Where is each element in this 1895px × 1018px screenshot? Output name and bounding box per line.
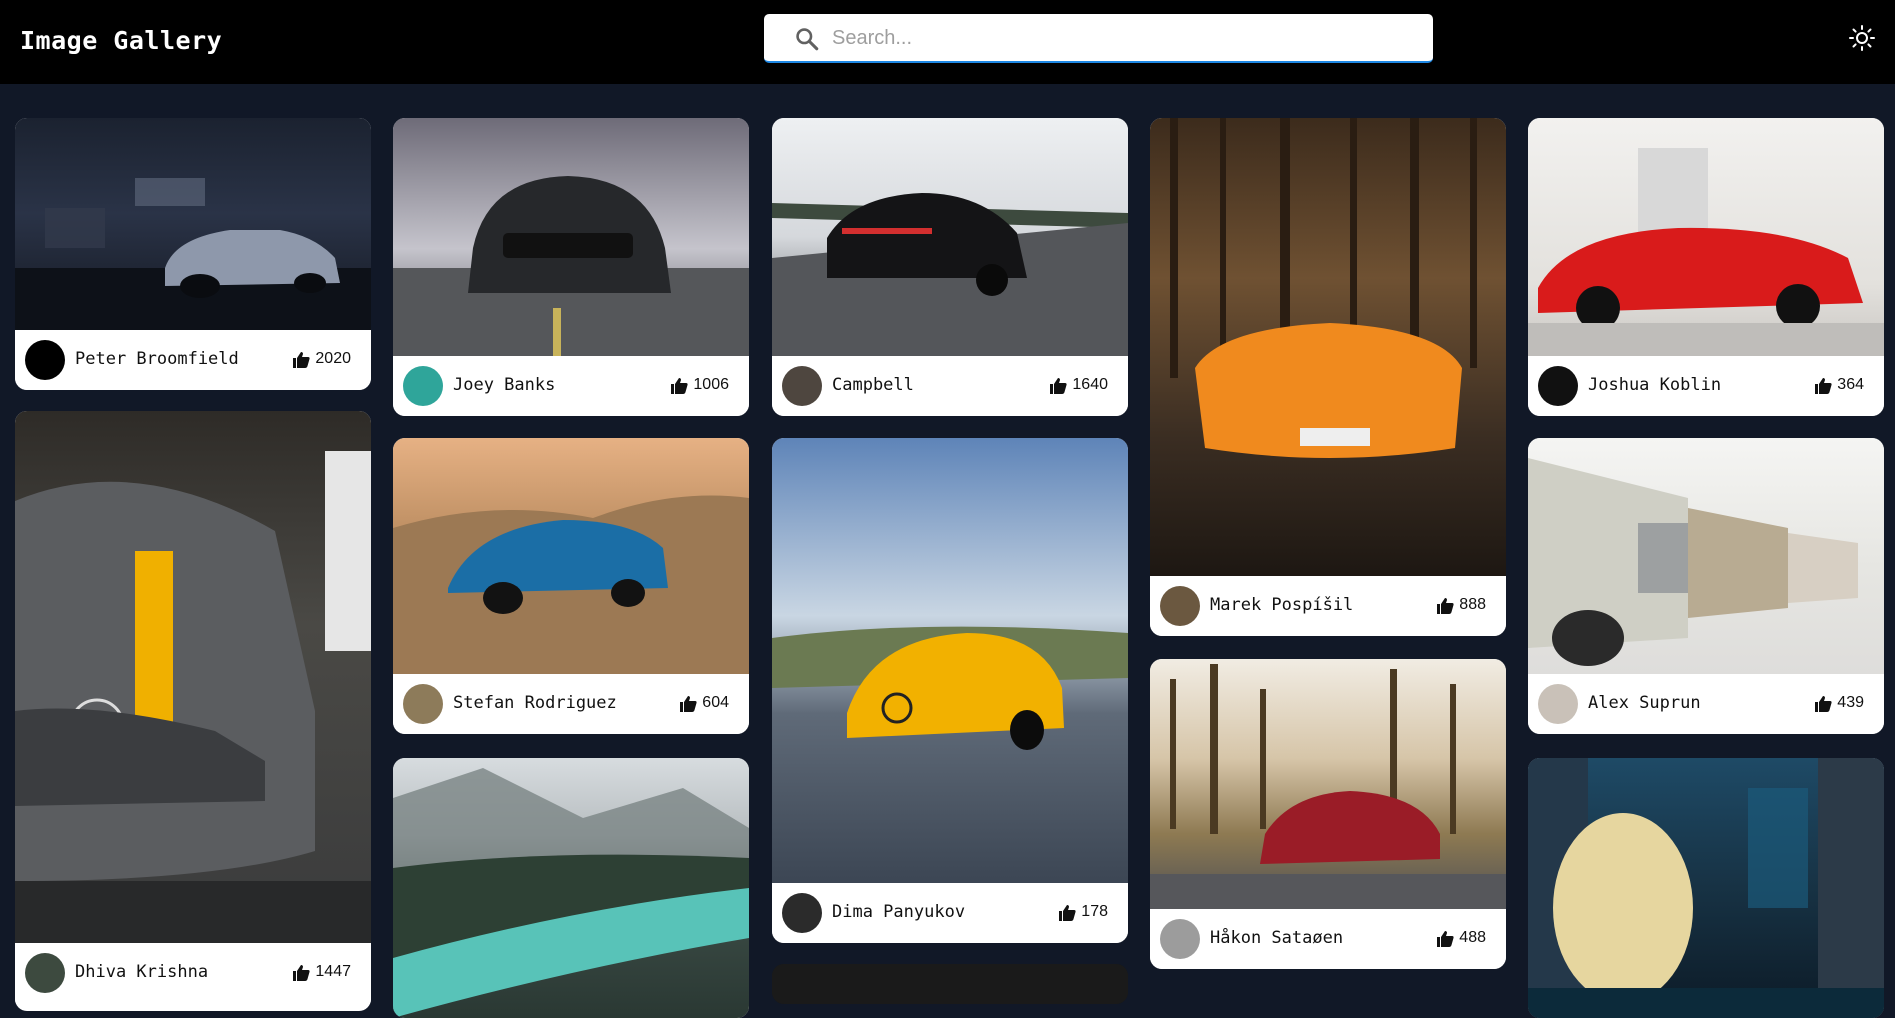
car-photo[interactable] [15, 411, 371, 943]
thumbs-up-icon [1437, 597, 1454, 614]
thumbs-up-icon [1815, 695, 1832, 712]
username: Dhiva Krishna [75, 962, 209, 982]
gallery-card[interactable]: Joshua Koblin 364 [1528, 118, 1884, 416]
street-photo[interactable] [1528, 758, 1884, 1018]
like-count[interactable]: 178 [1058, 903, 1108, 921]
like-count-value: 178 [1081, 903, 1108, 920]
username: Marek Pospíšil [1210, 595, 1354, 615]
card-info: Joey Banks 1006 [393, 356, 749, 416]
like-count-value: 604 [702, 694, 729, 711]
car-photo[interactable] [1150, 118, 1506, 576]
username: Håkon Sataøen [1210, 928, 1344, 948]
gallery-card[interactable]: Dhiva Krishna 1447 [15, 411, 371, 1011]
gallery-card[interactable]: Campbell 1640 [772, 118, 1128, 416]
card-info: Marek Pospíšil 888 [1150, 576, 1506, 636]
gallery-card[interactable] [772, 964, 1128, 1004]
card-info: Alex Suprun 439 [1528, 674, 1884, 734]
sun-icon[interactable] [1848, 24, 1876, 52]
username: Peter Broomfield [75, 349, 239, 369]
car-photo[interactable] [393, 438, 749, 674]
like-count-value: 1006 [693, 376, 729, 393]
car-photo[interactable] [1150, 659, 1506, 909]
avatar [1538, 366, 1578, 406]
thumbs-up-icon [680, 695, 697, 712]
thumbs-up-icon [671, 377, 689, 394]
card-info: Håkon Sataøen 488 [1150, 909, 1506, 969]
gallery-card[interactable] [1528, 758, 1884, 1018]
like-count-value: 888 [1459, 596, 1486, 613]
image-gallery: Peter Broomfield 2020 Dhiva Krishna 1447… [0, 84, 1895, 1018]
like-count[interactable]: 888 [1436, 596, 1486, 614]
gallery-card[interactable]: Alex Suprun 439 [1528, 438, 1884, 734]
card-info: Joshua Koblin 364 [1528, 356, 1884, 416]
gallery-card[interactable]: Marek Pospíšil 888 [1150, 118, 1506, 636]
app-title: Image Gallery [20, 26, 223, 55]
like-count[interactable]: 2020 [292, 350, 351, 368]
username: Alex Suprun [1588, 693, 1701, 713]
like-count-value: 1447 [315, 963, 351, 980]
username: Stefan Rodriguez [453, 693, 617, 713]
username: Campbell [832, 375, 914, 395]
car-photo[interactable] [393, 118, 749, 356]
card-info: Dima Panyukov 178 [772, 883, 1128, 943]
like-count-value: 2020 [315, 350, 351, 367]
avatar [1538, 684, 1578, 724]
thumbs-up-icon [1050, 377, 1068, 394]
gallery-card[interactable] [393, 758, 749, 1018]
card-info: Campbell 1640 [772, 356, 1128, 416]
avatar [1160, 919, 1200, 959]
car-photo[interactable] [772, 118, 1128, 356]
gallery-card[interactable]: Dima Panyukov 178 [772, 438, 1128, 943]
thumbs-up-icon [293, 351, 311, 368]
like-count[interactable]: 604 [679, 694, 729, 712]
like-count-value: 1640 [1072, 376, 1108, 393]
like-count[interactable]: 364 [1814, 376, 1864, 394]
like-count-value: 439 [1837, 694, 1864, 711]
search-input[interactable] [832, 22, 1412, 54]
like-count[interactable]: 1006 [670, 376, 729, 394]
car-photo[interactable] [1528, 438, 1884, 674]
top-bar: Image Gallery [0, 0, 1895, 84]
like-count[interactable]: 1640 [1049, 376, 1108, 394]
avatar [403, 366, 443, 406]
like-count[interactable]: 439 [1814, 694, 1864, 712]
gallery-card[interactable]: Peter Broomfield 2020 [15, 118, 371, 390]
like-count[interactable]: 1447 [292, 963, 351, 981]
avatar [1160, 586, 1200, 626]
car-photo[interactable] [15, 118, 371, 330]
gallery-card[interactable]: Stefan Rodriguez 604 [393, 438, 749, 734]
avatar [403, 684, 443, 724]
card-info: Stefan Rodriguez 604 [393, 674, 749, 734]
thumbs-up-icon [1059, 904, 1076, 921]
avatar [782, 893, 822, 933]
avatar [782, 366, 822, 406]
like-count-value: 488 [1459, 929, 1486, 946]
search-icon [796, 28, 819, 51]
card-info: Dhiva Krishna 1447 [15, 943, 371, 1003]
username: Joey Banks [453, 375, 556, 395]
landscape-photo[interactable] [393, 758, 749, 1018]
thumbs-up-icon [293, 964, 311, 981]
thumbs-up-icon [1815, 377, 1832, 394]
gallery-card[interactable]: Håkon Sataøen 488 [1150, 659, 1506, 969]
car-photo[interactable] [1528, 118, 1884, 356]
avatar [25, 340, 65, 380]
avatar [25, 953, 65, 993]
like-count[interactable]: 488 [1436, 929, 1486, 947]
car-photo[interactable] [772, 964, 1128, 1004]
like-count-value: 364 [1837, 376, 1864, 393]
search-box[interactable] [764, 14, 1433, 63]
card-info: Peter Broomfield 2020 [15, 330, 371, 390]
username: Dima Panyukov [832, 902, 966, 922]
car-photo[interactable] [772, 438, 1128, 883]
gallery-card[interactable]: Joey Banks 1006 [393, 118, 749, 416]
thumbs-up-icon [1437, 930, 1454, 947]
username: Joshua Koblin [1588, 375, 1722, 395]
